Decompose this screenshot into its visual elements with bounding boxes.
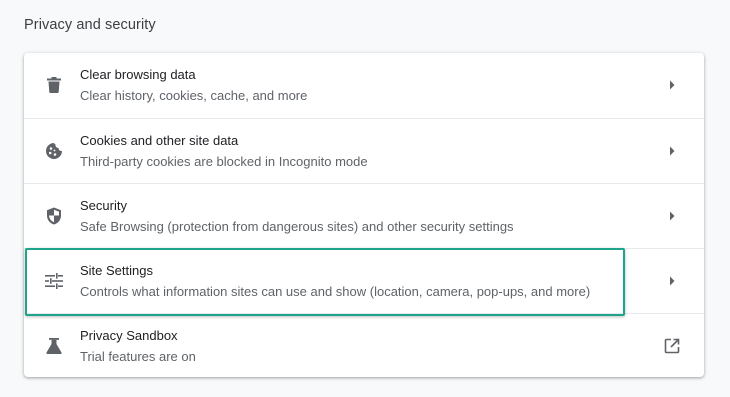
shield-icon [44, 206, 64, 226]
clear-browsing-data-description: Clear history, cookies, cache, and more [80, 88, 308, 103]
privacy-sandbox-description: Trial features are on [80, 349, 196, 364]
security-label: Security [80, 198, 127, 213]
section-title: Privacy and security [24, 17, 156, 33]
cookies-row[interactable]: Cookies and other site data Third-party … [24, 118, 704, 183]
chevron-right-icon[interactable] [664, 77, 680, 93]
privacy-sandbox-row[interactable]: Privacy Sandbox Trial features are on [24, 313, 704, 377]
chevron-right-icon[interactable] [664, 143, 680, 159]
security-row[interactable]: Security Safe Browsing (protection from … [24, 183, 704, 248]
clear-browsing-data-label: Clear browsing data [80, 67, 196, 82]
clear-browsing-data-row[interactable]: Clear browsing data Clear history, cooki… [24, 53, 704, 118]
cookies-description: Third-party cookies are blocked in Incog… [80, 154, 368, 169]
site-settings-row[interactable]: Site Settings Controls what information … [24, 248, 704, 313]
cookie-icon [44, 141, 64, 161]
chevron-right-icon[interactable] [664, 273, 680, 289]
site-settings-label: Site Settings [80, 263, 153, 278]
open-in-new-icon[interactable] [664, 338, 680, 354]
cookies-label: Cookies and other site data [80, 133, 239, 148]
chevron-right-icon[interactable] [664, 208, 680, 224]
trash-icon [44, 75, 64, 95]
privacy-sandbox-label: Privacy Sandbox [80, 328, 178, 343]
site-settings-description: Controls what information sites can use … [80, 284, 591, 299]
privacy-settings-card: Clear browsing data Clear history, cooki… [24, 53, 704, 377]
security-description: Safe Browsing (protection from dangerous… [80, 219, 514, 234]
flask-icon [44, 336, 64, 356]
tune-icon [44, 271, 64, 291]
